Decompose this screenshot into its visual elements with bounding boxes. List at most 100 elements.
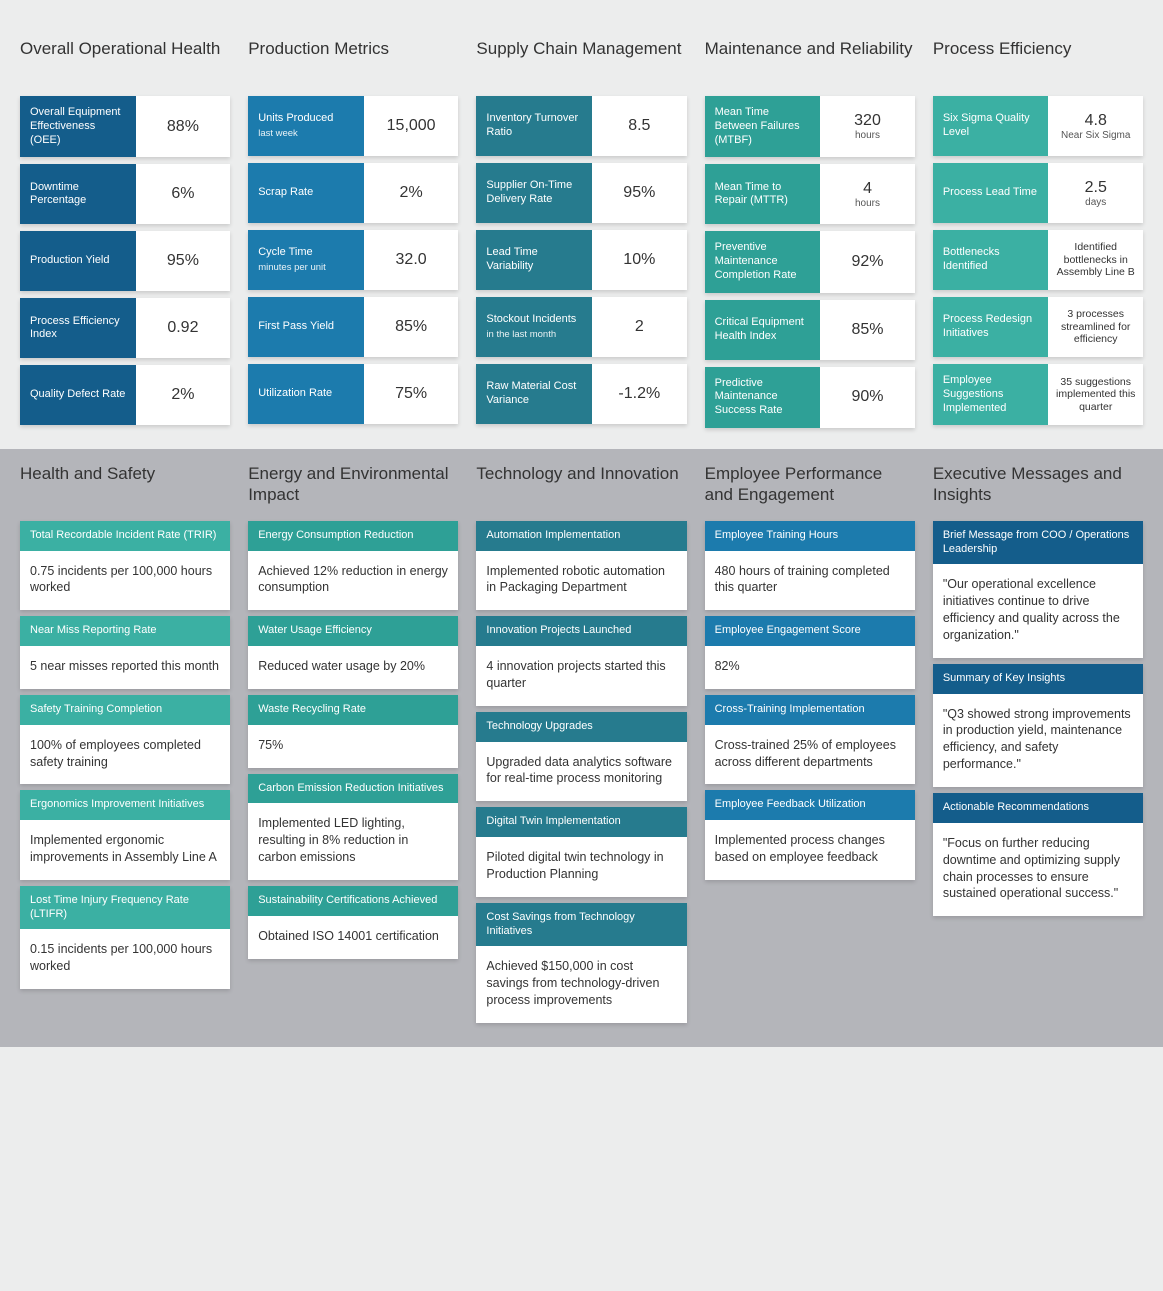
info-card-body: Implemented robotic automation in Packag… bbox=[476, 551, 686, 611]
metric-value: 32.0 bbox=[364, 230, 459, 290]
bottom-column: Energy and Environmental ImpactEnergy Co… bbox=[248, 463, 458, 1023]
info-card-body: Implemented ergonomic improvements in As… bbox=[20, 820, 230, 880]
info-card-head: Technology Upgrades bbox=[476, 712, 686, 742]
info-card: Technology UpgradesUpgraded data analyti… bbox=[476, 712, 686, 802]
column-title: Technology and Innovation bbox=[476, 463, 686, 507]
metric-card: Employee Suggestions Implemented35 sugge… bbox=[933, 364, 1143, 425]
metric-value: 10% bbox=[592, 230, 687, 290]
info-card-head: Actionable Recommendations bbox=[933, 793, 1143, 823]
column-title: Process Efficiency bbox=[933, 38, 1143, 82]
metric-card: Raw Material Cost Variance-1.2% bbox=[476, 364, 686, 424]
info-card: Employee Feedback UtilizationImplemented… bbox=[705, 790, 915, 880]
info-card: Employee Training Hours480 hours of trai… bbox=[705, 521, 915, 611]
info-card: Carbon Emission Reduction InitiativesImp… bbox=[248, 774, 458, 880]
info-card: Waste Recycling Rate75% bbox=[248, 695, 458, 768]
metric-label: Employee Suggestions Implemented bbox=[933, 364, 1049, 425]
metric-value: 4hours bbox=[820, 164, 915, 224]
info-card-body: 100% of employees completed safety train… bbox=[20, 725, 230, 785]
info-card-head: Waste Recycling Rate bbox=[248, 695, 458, 725]
info-card-head: Brief Message from COO / Operations Lead… bbox=[933, 521, 1143, 565]
metric-card: Quality Defect Rate2% bbox=[20, 365, 230, 425]
column-title: Maintenance and Reliability bbox=[705, 38, 915, 82]
metric-card: Scrap Rate2% bbox=[248, 163, 458, 223]
info-card: Lost Time Injury Frequency Rate (LTIFR)0… bbox=[20, 886, 230, 989]
metric-value: 35 suggestions implemented this quarter bbox=[1048, 364, 1143, 425]
info-card-head: Employee Engagement Score bbox=[705, 616, 915, 646]
info-card: Digital Twin ImplementationPiloted digit… bbox=[476, 807, 686, 897]
metric-card: Lead Time Variability10% bbox=[476, 230, 686, 290]
info-card: Employee Engagement Score82% bbox=[705, 616, 915, 689]
info-card-head: Employee Training Hours bbox=[705, 521, 915, 551]
metric-label: Stockout Incidentsin the last month bbox=[476, 297, 592, 357]
metric-card: Inventory Turnover Ratio8.5 bbox=[476, 96, 686, 156]
metric-label: Preventive Maintenance Completion Rate bbox=[705, 231, 821, 292]
info-card-head: Carbon Emission Reduction Initiatives bbox=[248, 774, 458, 804]
metric-label: Overall Equipment Effectiveness (OEE) bbox=[20, 96, 136, 157]
metric-label: Scrap Rate bbox=[248, 163, 364, 223]
info-card: Summary of Key Insights"Q3 showed strong… bbox=[933, 664, 1143, 787]
top-row: Overall Operational HealthOverall Equipm… bbox=[20, 38, 1143, 435]
metric-label: Process Efficiency Index bbox=[20, 298, 136, 358]
metric-card: Downtime Percentage6% bbox=[20, 164, 230, 224]
metric-card: Preventive Maintenance Completion Rate92… bbox=[705, 231, 915, 292]
top-column: Maintenance and Reliability Mean Time Bet… bbox=[705, 38, 915, 435]
column-title: Production Metrics bbox=[248, 38, 458, 82]
metric-label: Critical Equipment Health Index bbox=[705, 300, 821, 360]
info-card-body: 0.75 incidents per 100,000 hours worked bbox=[20, 551, 230, 611]
metric-card: Mean Time to Repair (MTTR)4hours bbox=[705, 164, 915, 224]
metric-value: 8.5 bbox=[592, 96, 687, 156]
metric-value: -1.2% bbox=[592, 364, 687, 424]
metric-label: Six Sigma Quality Level bbox=[933, 96, 1049, 156]
column-title: Executive Messages and Insights bbox=[933, 463, 1143, 507]
top-column: Overall Operational HealthOverall Equipm… bbox=[20, 38, 230, 435]
info-card-head: Water Usage Efficiency bbox=[248, 616, 458, 646]
info-card: Cost Savings from Technology Initiatives… bbox=[476, 903, 686, 1023]
info-card-head: Near Miss Reporting Rate bbox=[20, 616, 230, 646]
info-card-body: Reduced water usage by 20% bbox=[248, 646, 458, 689]
metric-value: 92% bbox=[820, 231, 915, 292]
metric-value: 75% bbox=[364, 364, 459, 424]
info-card-body: 480 hours of training completed this qua… bbox=[705, 551, 915, 611]
metric-card: Mean Time Between Failures (MTBF)320hour… bbox=[705, 96, 915, 157]
bottom-column: Health and SafetyTotal Recordable Incide… bbox=[20, 463, 230, 1023]
info-card-body: Achieved 12% reduction in energy consump… bbox=[248, 551, 458, 611]
metric-label: Lead Time Variability bbox=[476, 230, 592, 290]
info-card-body: 82% bbox=[705, 646, 915, 689]
info-card: Safety Training Completion100% of employ… bbox=[20, 695, 230, 785]
info-card-head: Employee Feedback Utilization bbox=[705, 790, 915, 820]
metric-value: 95% bbox=[592, 163, 687, 223]
info-card-body: Achieved $150,000 in cost savings from t… bbox=[476, 946, 686, 1023]
info-card-head: Sustainability Certifications Achieved bbox=[248, 886, 458, 916]
metric-label: Utilization Rate bbox=[248, 364, 364, 424]
info-card-body: "Q3 showed strong improvements in produc… bbox=[933, 694, 1143, 788]
info-card-body: Implemented LED lighting, resulting in 8… bbox=[248, 803, 458, 880]
metric-label: Supplier On-Time Delivery Rate bbox=[476, 163, 592, 223]
metric-card: Supplier On-Time Delivery Rate95% bbox=[476, 163, 686, 223]
info-card-head: Automation Implementation bbox=[476, 521, 686, 551]
info-card: Energy Consumption ReductionAchieved 12%… bbox=[248, 521, 458, 611]
metric-value: 2% bbox=[136, 365, 231, 425]
bottom-column: Technology and Innovation Automation Impl… bbox=[476, 463, 686, 1023]
info-card-body: 4 innovation projects started this quart… bbox=[476, 646, 686, 706]
info-card: Water Usage EfficiencyReduced water usag… bbox=[248, 616, 458, 689]
info-card: Innovation Projects Launched4 innovation… bbox=[476, 616, 686, 706]
metric-card: Stockout Incidentsin the last month2 bbox=[476, 297, 686, 357]
info-card: Cross-Training ImplementationCross-train… bbox=[705, 695, 915, 785]
metric-card: Bottlenecks IdentifiedIdentified bottlen… bbox=[933, 230, 1143, 290]
metric-card: Production Yield95% bbox=[20, 231, 230, 291]
info-card: Actionable Recommendations"Focus on furt… bbox=[933, 793, 1143, 916]
metric-card: Cycle Timeminutes per unit32.0 bbox=[248, 230, 458, 290]
top-column: Production MetricsUnits Producedlast wee… bbox=[248, 38, 458, 435]
info-card-head: Cost Savings from Technology Initiatives bbox=[476, 903, 686, 947]
info-card-head: Safety Training Completion bbox=[20, 695, 230, 725]
metric-label: Downtime Percentage bbox=[20, 164, 136, 224]
info-card-head: Cross-Training Implementation bbox=[705, 695, 915, 725]
metric-card: Process Redesign Initiatives3 processes … bbox=[933, 297, 1143, 357]
metric-label: Predictive Maintenance Success Rate bbox=[705, 367, 821, 428]
info-card-body: 0.15 incidents per 100,000 hours worked bbox=[20, 929, 230, 989]
info-card-body: 5 near misses reported this month bbox=[20, 646, 230, 689]
metric-label: Raw Material Cost Variance bbox=[476, 364, 592, 424]
metric-value: 0.92 bbox=[136, 298, 231, 358]
metric-label: Mean Time to Repair (MTTR) bbox=[705, 164, 821, 224]
metric-value: 95% bbox=[136, 231, 231, 291]
